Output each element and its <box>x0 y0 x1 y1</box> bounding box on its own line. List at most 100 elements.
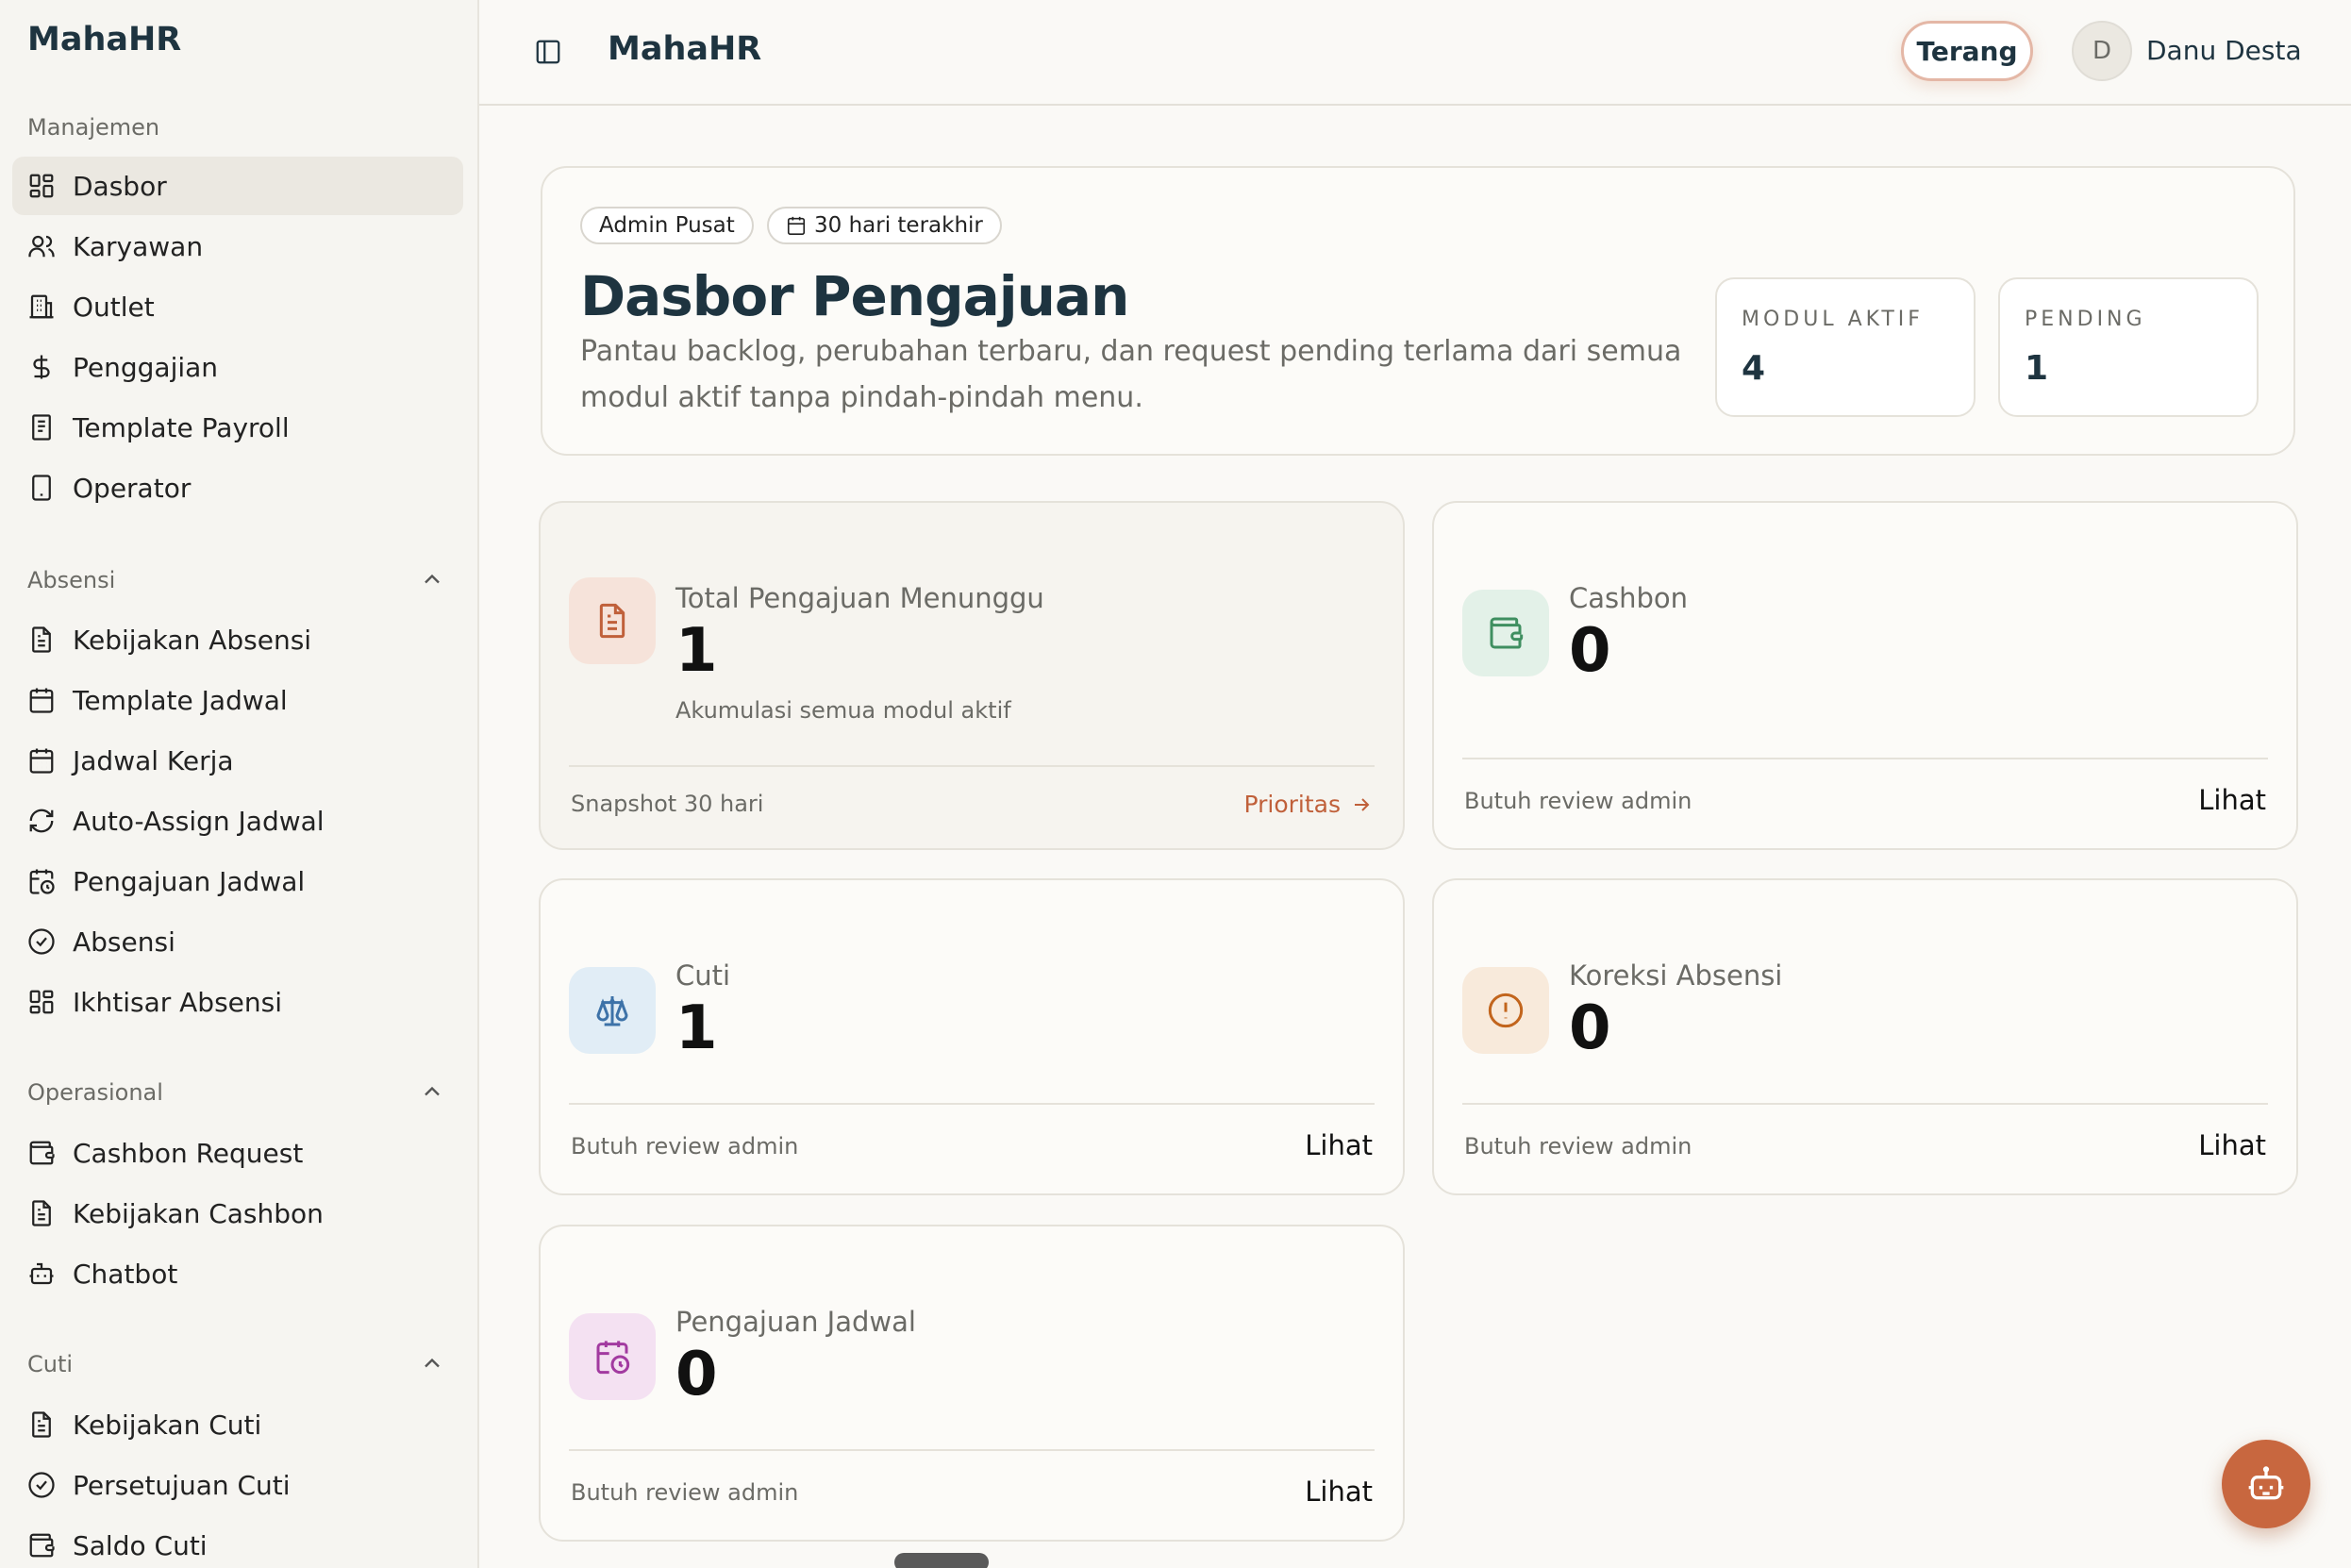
lihat-koreksi-link[interactable]: Lihat <box>2198 1129 2266 1161</box>
user-name[interactable]: Danu Desta <box>2146 35 2302 66</box>
sidebar-item-label: Kebijakan Absensi <box>73 624 312 656</box>
sidebar-item-ikhtisar-absensi[interactable]: Ikhtisar Absensi <box>12 973 463 1031</box>
sidebar-item-label: Dasbor <box>73 170 167 202</box>
lihat-cashbon-link[interactable]: Lihat <box>2198 784 2266 816</box>
sidebar-item-saldo-cuti[interactable]: Saldo Cuti <box>12 1516 463 1568</box>
dollar-icon <box>27 353 56 381</box>
sidebar-item-operator[interactable]: Operator <box>12 459 463 517</box>
sidebar-item-label: Outlet <box>73 291 155 323</box>
sidebar-item-absensi[interactable]: Absensi <box>12 912 463 971</box>
users-icon <box>27 232 56 260</box>
wallet-icon <box>1490 617 1524 649</box>
card-cuti: Cuti 1 Butuh review admin Lihat <box>539 878 1405 1195</box>
lihat-jadwal-link[interactable]: Lihat <box>1305 1476 1373 1508</box>
card-footer-note: Butuh review admin <box>1464 1133 1692 1159</box>
chevron-up-icon[interactable] <box>419 566 445 592</box>
wallet-icon <box>27 1139 56 1167</box>
card-divider <box>569 765 1375 767</box>
check-circle-icon <box>27 927 56 956</box>
prioritas-link-label: Prioritas <box>1243 791 1341 818</box>
card-label: Total Pengajuan Menunggu <box>675 582 1044 614</box>
sidebar-item-kebijakan-cuti[interactable]: Kebijakan Cuti <box>12 1395 463 1454</box>
chatbot-fab-button[interactable] <box>2222 1440 2310 1528</box>
stat-label: MODUL AKTIF <box>1742 308 1924 331</box>
grid-icon <box>27 988 56 1016</box>
period-chip[interactable]: 30 hari terakhir <box>767 207 1002 244</box>
sidebar-item-label: Jadwal Kerja <box>73 744 234 776</box>
role-chip: Admin Pusat <box>580 207 754 244</box>
card-footer-note: Butuh review admin <box>571 1133 799 1159</box>
card-label: Koreksi Absensi <box>1569 959 1783 992</box>
role-chip-label: Admin Pusat <box>599 213 735 238</box>
sidebar-item-label: Cashbon Request <box>73 1137 304 1169</box>
sidebar-item-label: Pengajuan Jadwal <box>73 865 306 897</box>
card-divider <box>1462 758 2268 759</box>
lihat-cuti-link[interactable]: Lihat <box>1305 1129 1373 1161</box>
sidebar-item-outlet[interactable]: Outlet <box>12 277 463 336</box>
sidebar-item-template-jadwal[interactable]: Template Jadwal <box>12 671 463 729</box>
calendar-clock-icon <box>596 1341 630 1375</box>
stat-pending: PENDING 1 <box>1998 277 2259 417</box>
card-value: 0 <box>675 1340 718 1410</box>
period-chip-label: 30 hari terakhir <box>814 213 983 238</box>
sidebar-item-dasbor[interactable]: Dasbor <box>12 157 463 215</box>
sidebar-item-label: Ikhtisar Absensi <box>73 986 282 1018</box>
card-divider <box>569 1103 1375 1105</box>
card-footer-note: Snapshot 30 hari <box>571 791 764 817</box>
sidebar-item-auto-assign-jadwal[interactable]: Auto-Assign Jadwal <box>12 792 463 850</box>
sidebar: MahaHR Manajemen Dasbor Karyawan Outlet … <box>0 0 479 1568</box>
card-subtitle: Akumulasi semua modul aktif <box>675 697 1011 724</box>
stat-value: 1 <box>2025 349 2049 388</box>
wallet-icon <box>27 1531 56 1560</box>
stat-value: 4 <box>1742 349 1766 388</box>
sidebar-item-kebijakan-cashbon[interactable]: Kebijakan Cashbon <box>12 1184 463 1243</box>
sidebar-item-cashbon-request[interactable]: Cashbon Request <box>12 1124 463 1182</box>
sidebar-item-persetujuan-cuti[interactable]: Persetujuan Cuti <box>12 1456 463 1514</box>
sidebar-item-label: Saldo Cuti <box>73 1529 208 1561</box>
grid-icon <box>27 172 56 200</box>
page-description: Pantau backlog, perubahan terbaru, dan r… <box>580 335 1682 414</box>
sidebar-toggle-icon[interactable] <box>534 38 562 66</box>
sidebar-item-penggajian[interactable]: Penggajian <box>12 338 463 396</box>
scroll-indicator[interactable] <box>894 1553 989 1568</box>
sidebar-item-label: Template Payroll <box>73 411 290 443</box>
bot-icon <box>27 1259 56 1288</box>
chevron-up-icon[interactable] <box>419 1078 445 1105</box>
header-title: MahaHR <box>608 30 762 68</box>
document-icon <box>27 626 56 654</box>
card-koreksi-absensi: Koreksi Absensi 0 Butuh review admin Lih… <box>1432 878 2298 1195</box>
card-label: Cashbon <box>1569 582 1689 614</box>
card-label: Cuti <box>675 959 731 992</box>
card-footer-note: Butuh review admin <box>571 1479 799 1506</box>
building-icon <box>27 292 56 321</box>
sidebar-item-pengajuan-jadwal[interactable]: Pengajuan Jadwal <box>12 852 463 910</box>
refresh-icon <box>27 807 56 835</box>
sidebar-group-title-absensi: Absensi <box>27 567 116 593</box>
calendar-days-icon <box>27 746 56 775</box>
sidebar-item-chatbot[interactable]: Chatbot <box>12 1244 463 1303</box>
theme-toggle-button[interactable]: Terang <box>1901 21 2033 81</box>
card-icon-box <box>1462 967 1549 1054</box>
tablet-icon <box>27 474 56 502</box>
sidebar-item-label: Kebijakan Cuti <box>73 1409 262 1441</box>
sidebar-item-label: Kebijakan Cashbon <box>73 1197 324 1229</box>
bot-icon <box>2248 1466 2284 1500</box>
page-title: Dasbor Pengajuan <box>580 264 1129 328</box>
sidebar-item-label: Karyawan <box>73 230 204 262</box>
sidebar-item-label: Operator <box>73 472 192 504</box>
scale-icon <box>596 995 628 1026</box>
chevron-up-icon[interactable] <box>419 1350 445 1376</box>
card-value: 1 <box>675 616 718 686</box>
sidebar-item-karyawan[interactable]: Karyawan <box>12 217 463 275</box>
sidebar-brand: MahaHR <box>27 21 182 58</box>
card-value: 0 <box>1569 993 1611 1063</box>
sidebar-item-label: Auto-Assign Jadwal <box>73 805 325 837</box>
receipt-icon <box>27 413 56 442</box>
sidebar-group-title-manajemen: Manajemen <box>27 114 160 141</box>
sidebar-item-jadwal-kerja[interactable]: Jadwal Kerja <box>12 731 463 790</box>
card-divider <box>1462 1103 2268 1105</box>
sidebar-item-kebijakan-absensi[interactable]: Kebijakan Absensi <box>12 610 463 669</box>
prioritas-link[interactable]: Prioritas <box>1243 791 1373 818</box>
sidebar-item-template-payroll[interactable]: Template Payroll <box>12 398 463 457</box>
avatar[interactable]: D <box>2072 21 2132 81</box>
